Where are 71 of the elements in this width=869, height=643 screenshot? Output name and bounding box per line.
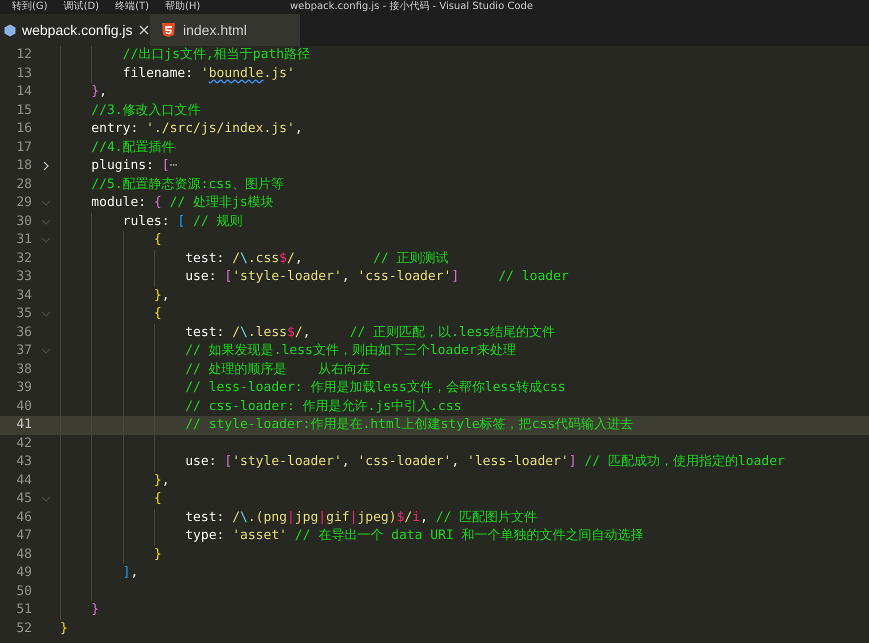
line-number: 34: [15, 286, 32, 304]
code-line: ],: [122, 565, 138, 580]
line-number: 12: [15, 46, 32, 64]
line-number: 38: [15, 360, 32, 378]
code-line: },: [152, 472, 170, 488]
editor-tab[interactable]: index.html: [150, 14, 300, 46]
menu-item[interactable]: 调试(D): [64, 0, 100, 14]
line-number: 33: [15, 268, 32, 286]
code-line: // 处理的顺序是 从右向左: [184, 362, 370, 376]
line-number: 49: [15, 564, 32, 582]
code-line: }: [152, 546, 162, 562]
line-number: 40: [15, 398, 32, 416]
code-line: //3.修改入口文件: [90, 102, 201, 118]
line-number: 35: [15, 305, 32, 323]
code-line: test: /\.(png|jpg|gif|jpeg)$/i, // 匹配图片文件: [184, 510, 538, 524]
line-number: 15: [15, 102, 32, 120]
code-line: //5.配置静态资源:css、图片等: [90, 176, 284, 192]
line-number: 36: [15, 324, 32, 342]
line-number: 28: [15, 176, 32, 194]
line-number: 47: [15, 527, 32, 545]
code-line: filename: 'boundle.js': [122, 66, 295, 80]
code-line: },: [152, 288, 170, 302]
code-line: // style-loader:作用是在.html上创建style标签，把css代码输入进去: [184, 417, 634, 432]
line-number: 17: [15, 138, 32, 156]
tab-label: index.html: [183, 20, 247, 40]
code-line: plugins: [⋯: [90, 158, 178, 173]
menu-item[interactable]: 帮助(H): [165, 0, 200, 14]
line-number: 43: [15, 453, 32, 471]
code-line: }: [60, 620, 68, 636]
line-number: 48: [15, 546, 32, 564]
code-line: type: 'asset' // 在导出一个 data URI 和一个单独的文件之间自动选择: [184, 528, 644, 543]
code-line: use: ['style-loader', 'css-loader'] // loader: [184, 269, 569, 284]
code-line: // 如果发现是.less文件，则由如下三个loader来处理: [184, 343, 516, 358]
line-number: 42: [15, 434, 32, 452]
line-number: 16: [15, 120, 32, 138]
line-number: 37: [15, 342, 32, 360]
editor-tab[interactable]: webpack.config.js: [0, 14, 150, 46]
code-line: test: /\.less$/, // 正则匹配，以.less结尾的文件: [184, 324, 556, 340]
line-number: 45: [15, 490, 32, 508]
code-line: use: ['style-loader', 'css-loader', 'less-loader'] // 匹配成功，使用指定的loader: [184, 454, 785, 469]
line-number: 52: [15, 620, 32, 638]
line-number: 13: [15, 64, 32, 82]
line-number: 44: [15, 472, 32, 490]
line-number: 14: [15, 83, 32, 101]
code-line: rules: [ // 规则: [122, 214, 243, 228]
code-line: {: [152, 232, 162, 247]
code-line: module: { // 处理非js模块: [90, 195, 274, 210]
code-line: entry: './src/js/index.js',: [90, 121, 303, 136]
code-line: //出口js文件,相当于path路径: [122, 47, 310, 62]
line-number: 29: [15, 194, 32, 212]
window-title: webpack.config.js - 接小代码 - Visual Studio Code: [290, 0, 533, 14]
line-number: 31: [15, 231, 32, 249]
code-line: {: [152, 306, 162, 321]
line-number: 18: [15, 157, 32, 175]
code-line: // less-loader: 作用是加载less文件，会帮你less转成css: [184, 380, 566, 395]
code-line: }: [90, 602, 100, 617]
code-line: },: [90, 84, 107, 99]
line-number: 51: [15, 601, 32, 619]
code-line: // css-loader: 作用是允许.js中引入.css: [184, 398, 462, 414]
code-line: test: /\.css$/, // 正则测试: [184, 250, 449, 266]
code-line: //4.配置插件: [90, 140, 175, 154]
line-number: 50: [15, 582, 32, 600]
line-number: 32: [15, 250, 32, 268]
menu-item[interactable]: 转到(G): [12, 0, 48, 14]
line-number: 39: [15, 379, 32, 397]
code-line: {: [152, 491, 162, 506]
line-number: 46: [15, 508, 32, 526]
line-number: 30: [15, 212, 32, 230]
line-number: 41: [15, 416, 32, 434]
menu-item[interactable]: 终端(T): [115, 0, 149, 14]
tab-label: webpack.config.js: [22, 20, 133, 40]
